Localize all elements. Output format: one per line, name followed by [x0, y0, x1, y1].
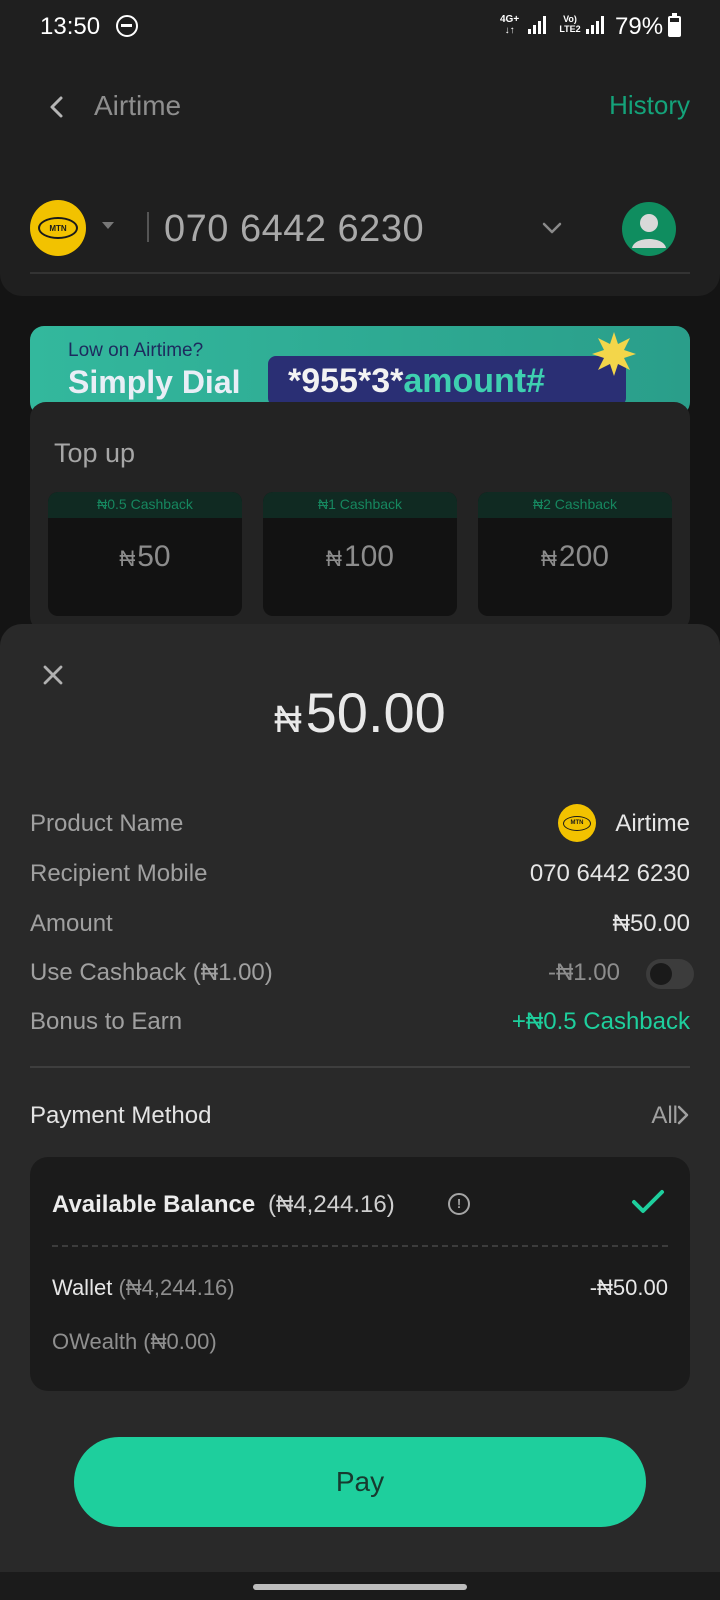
divider: [30, 1066, 690, 1068]
mtn-logo-icon: MTN: [558, 804, 596, 842]
input-underline: [30, 272, 690, 274]
pay-button[interactable]: Pay: [74, 1437, 646, 1527]
cashback-value: -₦1.00: [547, 959, 620, 986]
battery-icon: [668, 13, 681, 37]
bonus-label: Bonus to Earn: [30, 1008, 183, 1035]
amount-value: ₦50.00: [612, 910, 690, 937]
navigation-bar: [0, 1572, 720, 1600]
cashback-toggle[interactable]: [646, 959, 694, 989]
payment-method-row: Payment Method All: [30, 1100, 690, 1140]
payment-method-label: Payment Method: [30, 1102, 212, 1129]
home-indicator[interactable]: [253, 1584, 467, 1590]
ussd-code-prefix: *955*3*: [288, 362, 404, 400]
banner-title: Simply Dial: [68, 364, 241, 400]
check-icon: [630, 1187, 666, 1217]
ussd-code-suffix: amount#: [403, 362, 546, 400]
wallet-label: Wallet: [52, 1275, 113, 1300]
bonus-value: +₦0.5 Cashback: [511, 1008, 690, 1035]
battery-percent: 79%: [615, 13, 664, 40]
balance-title: Available Balance: [52, 1191, 256, 1218]
mtn-logo-text: MTN: [563, 815, 591, 831]
signal-icon-2: [586, 16, 608, 34]
person-icon: [632, 214, 666, 248]
divider: [147, 212, 149, 242]
chevron-right-icon[interactable]: [670, 1102, 696, 1128]
network-label: 4G+: [500, 14, 520, 25]
app-header: Airtime History: [0, 76, 720, 136]
ussd-code: *955*3*amount#: [268, 356, 626, 406]
bonus-row: Bonus to Earn +₦0.5 Cashback: [30, 1002, 690, 1042]
chevron-down-icon[interactable]: [538, 214, 566, 242]
currency-symbol: ₦: [541, 546, 557, 571]
tile-cashback: ₦1 Cashback: [263, 492, 457, 518]
cashback-label: Use Cashback (₦1.00): [30, 959, 273, 986]
owealth-line: OWealth (₦0.00): [52, 1329, 217, 1354]
recipient-row: MTN 070 6442 6230: [0, 196, 720, 276]
tile-amount-value: 200: [558, 540, 609, 573]
topup-tile[interactable]: ₦2 Cashback ₦200: [478, 492, 672, 616]
product-name-row: Product Name MTN Airtime: [30, 804, 690, 844]
wallet-balance: (₦4,244.16): [118, 1275, 235, 1300]
tile-amount: ₦100: [263, 540, 457, 574]
topup-tile[interactable]: ₦0.5 Cashback ₦50: [48, 492, 242, 616]
banner-subtitle: Low on Airtime?: [68, 340, 204, 361]
contacts-button[interactable]: [622, 202, 676, 256]
product-name-value: Airtime: [615, 810, 690, 837]
tile-cashback: ₦2 Cashback: [478, 492, 672, 518]
payment-amount-value: 50.00: [305, 681, 446, 744]
currency-symbol: ₦: [326, 546, 342, 571]
do-not-disturb-icon: [116, 15, 138, 37]
recipient-row: Recipient Mobile 070 6442 6230: [30, 854, 690, 894]
currency-symbol: ₦: [119, 546, 136, 571]
amount-label: Amount: [30, 910, 113, 937]
tile-amount-value: 50: [137, 540, 171, 573]
toggle-knob: [650, 963, 672, 985]
amount-row: Amount ₦50.00: [30, 904, 690, 944]
status-bar: 13:50 4G+ ↓↑ Vo) LTE2 79%: [0, 0, 720, 54]
status-time: 13:50: [40, 13, 101, 40]
wallet-deduction: -₦50.00: [589, 1275, 668, 1300]
starburst-icon: [592, 332, 636, 376]
topup-card: Top up ₦0.5 Cashback ₦50 ₦1 Cashback ₦10…: [30, 402, 690, 632]
mtn-logo-icon: MTN: [38, 217, 78, 239]
back-arrow-icon: [50, 96, 63, 118]
topup-heading: Top up: [54, 438, 136, 468]
dashed-divider: [52, 1245, 668, 1247]
payment-amount: ₦50.00: [0, 680, 720, 745]
info-icon[interactable]: !: [448, 1193, 470, 1215]
page-title: Airtime: [94, 90, 182, 121]
available-balance-option[interactable]: Available Balance (₦4,244.16) ! Wallet (…: [30, 1157, 690, 1391]
signal-icon: [528, 16, 550, 34]
tile-cashback: ₦0.5 Cashback: [48, 492, 242, 518]
caret-down-icon[interactable]: [102, 222, 114, 229]
network-type: 4G+ ↓↑: [500, 14, 520, 36]
volte-label: Vo) LTE2: [559, 14, 581, 34]
back-button[interactable]: [40, 90, 74, 124]
tile-amount: ₦200: [478, 540, 672, 574]
tile-amount: ₦50: [48, 540, 242, 574]
balance-amount: (₦4,244.16): [268, 1191, 395, 1218]
phone-number-input[interactable]: 070 6442 6230: [164, 208, 424, 251]
operator-selector[interactable]: MTN: [30, 200, 86, 256]
wallet-line: Wallet (₦4,244.16): [52, 1275, 235, 1301]
topup-tile[interactable]: ₦1 Cashback ₦100: [263, 492, 457, 616]
product-name-label: Product Name: [30, 810, 184, 837]
cashback-row: Use Cashback (₦1.00) -₦1.00: [30, 953, 694, 993]
recipient-value: 070 6442 6230: [529, 860, 690, 887]
currency-symbol: ₦: [274, 699, 302, 741]
history-link[interactable]: History: [609, 90, 690, 121]
tile-amount-value: 100: [343, 540, 394, 573]
mtn-logo-text: MTN: [49, 223, 67, 233]
recipient-label: Recipient Mobile: [30, 860, 208, 887]
